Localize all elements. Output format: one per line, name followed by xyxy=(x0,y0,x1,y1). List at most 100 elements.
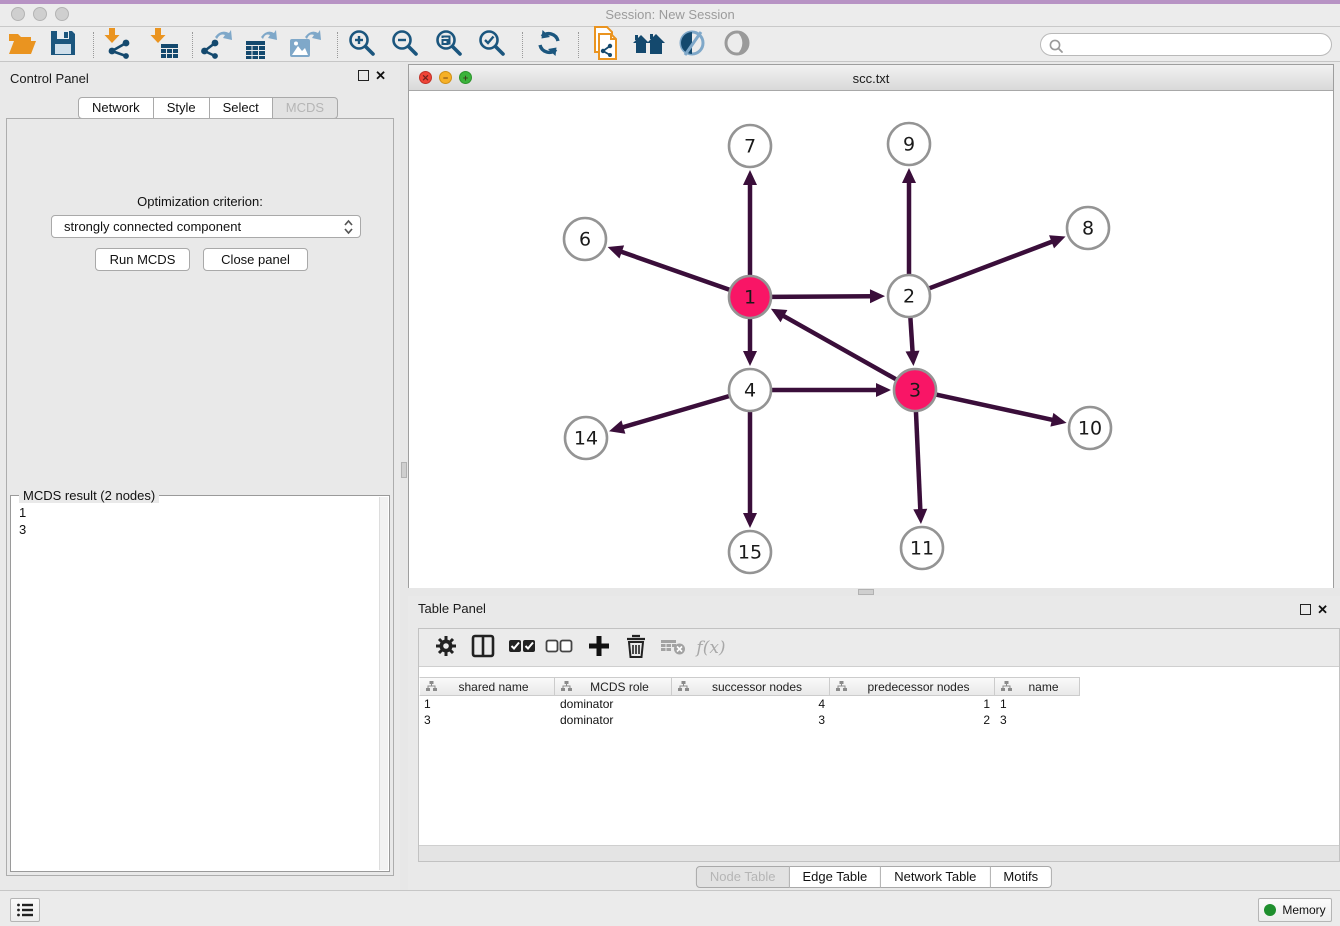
tab-node-table[interactable]: Node Table xyxy=(696,866,790,888)
graph-node-10[interactable]: 10 xyxy=(1069,407,1111,449)
table-panel: Table Panel ✕ f(x) shared nameMCDS roles… xyxy=(408,596,1340,890)
edge-2-8[interactable] xyxy=(929,241,1054,288)
edge-2-3[interactable] xyxy=(910,317,912,353)
float-panel-icon[interactable] xyxy=(358,70,369,81)
control-panel-buttons: ✕ xyxy=(358,70,386,81)
add-button[interactable] xyxy=(583,633,615,663)
refresh-button[interactable] xyxy=(532,30,566,60)
graph-node-2[interactable]: 2 xyxy=(888,275,930,317)
edge-3-11[interactable] xyxy=(916,411,920,511)
graph-node-1[interactable]: 1 xyxy=(729,276,771,318)
home-icon xyxy=(632,29,666,62)
zoom-out-button[interactable] xyxy=(388,30,422,60)
search-input[interactable] xyxy=(1067,35,1325,54)
tab-select[interactable]: Select xyxy=(210,97,273,119)
node-table-container: f(x) shared nameMCDS rolesuccessor nodes… xyxy=(418,628,1340,862)
column-header-predecessor-nodes[interactable]: predecessor nodes xyxy=(830,677,995,696)
result-scrollbar[interactable] xyxy=(379,497,388,870)
edge-4-14[interactable] xyxy=(622,396,730,428)
deselect-all-icon xyxy=(545,638,573,659)
task-history-button[interactable] xyxy=(10,898,40,922)
gear-button[interactable] xyxy=(430,633,462,663)
table-tabs: Node TableEdge TableNetwork TableMotifs xyxy=(696,866,1052,888)
graph-node-6[interactable]: 6 xyxy=(564,218,606,260)
edge-3-1[interactable] xyxy=(782,315,896,380)
export-table-button[interactable] xyxy=(244,30,278,60)
control-panel-title: Control Panel xyxy=(10,71,89,86)
edge-1-6[interactable] xyxy=(620,251,730,290)
memory-button[interactable]: Memory xyxy=(1258,898,1332,922)
table-cell[interactable]: 2 xyxy=(830,712,995,728)
table-cell[interactable]: 3 xyxy=(995,712,1080,728)
edge-arrow-icon xyxy=(913,509,927,524)
float-panel-icon[interactable] xyxy=(1300,604,1311,615)
horizontal-splitter[interactable] xyxy=(408,588,1340,596)
tab-edge-table[interactable]: Edge Table xyxy=(789,866,881,888)
titlebar: Session: New Session xyxy=(0,0,1340,27)
export-network-button[interactable] xyxy=(200,30,234,60)
column-header-shared-name[interactable]: shared name xyxy=(419,677,555,696)
tab-network-table[interactable]: Network Table xyxy=(881,866,990,888)
table-cell[interactable]: 3 xyxy=(419,712,555,728)
splitter-handle[interactable] xyxy=(858,589,874,595)
close-panel-icon[interactable]: ✕ xyxy=(375,70,386,81)
show-hide-button[interactable] xyxy=(720,30,754,60)
column-header-name[interactable]: name xyxy=(995,677,1080,696)
clone-network-button[interactable] xyxy=(588,30,622,60)
delete-button[interactable] xyxy=(620,633,652,663)
apply-style-button[interactable] xyxy=(675,30,709,60)
graph-node-15[interactable]: 15 xyxy=(729,531,771,573)
svg-text:3: 3 xyxy=(909,380,921,402)
import-table-button[interactable] xyxy=(147,30,181,60)
graph-node-7[interactable]: 7 xyxy=(729,125,771,167)
deselect-all-button[interactable] xyxy=(543,633,575,663)
graph-node-8[interactable]: 8 xyxy=(1067,207,1109,249)
splitter-handle[interactable] xyxy=(401,462,407,478)
table-row[interactable]: 3dominator323 xyxy=(419,712,1080,728)
graph-node-9[interactable]: 9 xyxy=(888,123,930,165)
graph-node-4[interactable]: 4 xyxy=(729,369,771,411)
function-builder-button[interactable]: f(x) xyxy=(695,633,727,663)
tab-motifs[interactable]: Motifs xyxy=(990,866,1052,888)
run-mcds-button[interactable]: Run MCDS xyxy=(95,248,190,271)
vertical-splitter[interactable] xyxy=(400,62,408,890)
import-network-button[interactable] xyxy=(101,30,135,60)
table-cell[interactable]: dominator xyxy=(555,696,672,712)
import-table-icon xyxy=(149,27,179,64)
column-header-MCDS-role[interactable]: MCDS role xyxy=(555,677,672,696)
table-cell[interactable]: 4 xyxy=(672,696,830,712)
graph-node-3[interactable]: 3 xyxy=(894,369,936,411)
open-session-button[interactable] xyxy=(5,30,39,60)
close-panel-icon[interactable]: ✕ xyxy=(1317,604,1328,615)
graph-node-14[interactable]: 14 xyxy=(565,417,607,459)
table-cell[interactable]: 1 xyxy=(830,696,995,712)
graph-node-11[interactable]: 11 xyxy=(901,527,943,569)
close-panel-button[interactable]: Close panel xyxy=(203,248,308,271)
table-cell[interactable]: 1 xyxy=(419,696,555,712)
export-image-button[interactable] xyxy=(288,30,322,60)
zoom-in-button[interactable] xyxy=(345,30,379,60)
save-session-button[interactable] xyxy=(46,30,80,60)
home-button[interactable] xyxy=(632,30,666,60)
table-cell[interactable]: 3 xyxy=(672,712,830,728)
edge-3-10[interactable] xyxy=(936,394,1054,420)
select-all-button[interactable] xyxy=(506,633,538,663)
zoom-selected-button[interactable] xyxy=(475,30,509,60)
network-canvas[interactable]: 7 9 6 8 1 2 4 3 14 10 15 11 xyxy=(409,91,1333,588)
tab-mcds[interactable]: MCDS xyxy=(273,97,338,119)
table-row[interactable]: 1dominator411 xyxy=(419,696,1080,712)
edge-arrow-icon xyxy=(876,383,891,397)
table-hscroll-area[interactable] xyxy=(419,845,1339,861)
edge-1-2[interactable] xyxy=(771,296,872,297)
columns-button[interactable] xyxy=(467,633,499,663)
clear-table-button[interactable] xyxy=(657,633,689,663)
toolbar-separator xyxy=(93,32,94,58)
table-cell[interactable]: dominator xyxy=(555,712,672,728)
table-cell[interactable]: 1 xyxy=(995,696,1080,712)
tab-style[interactable]: Style xyxy=(154,97,210,119)
optimization-dropdown[interactable]: strongly connected component xyxy=(51,215,361,238)
zoom-fit-button[interactable] xyxy=(432,30,466,60)
tab-network[interactable]: Network xyxy=(78,97,154,119)
zoom-out-icon xyxy=(390,28,420,63)
column-header-successor-nodes[interactable]: successor nodes xyxy=(672,677,830,696)
